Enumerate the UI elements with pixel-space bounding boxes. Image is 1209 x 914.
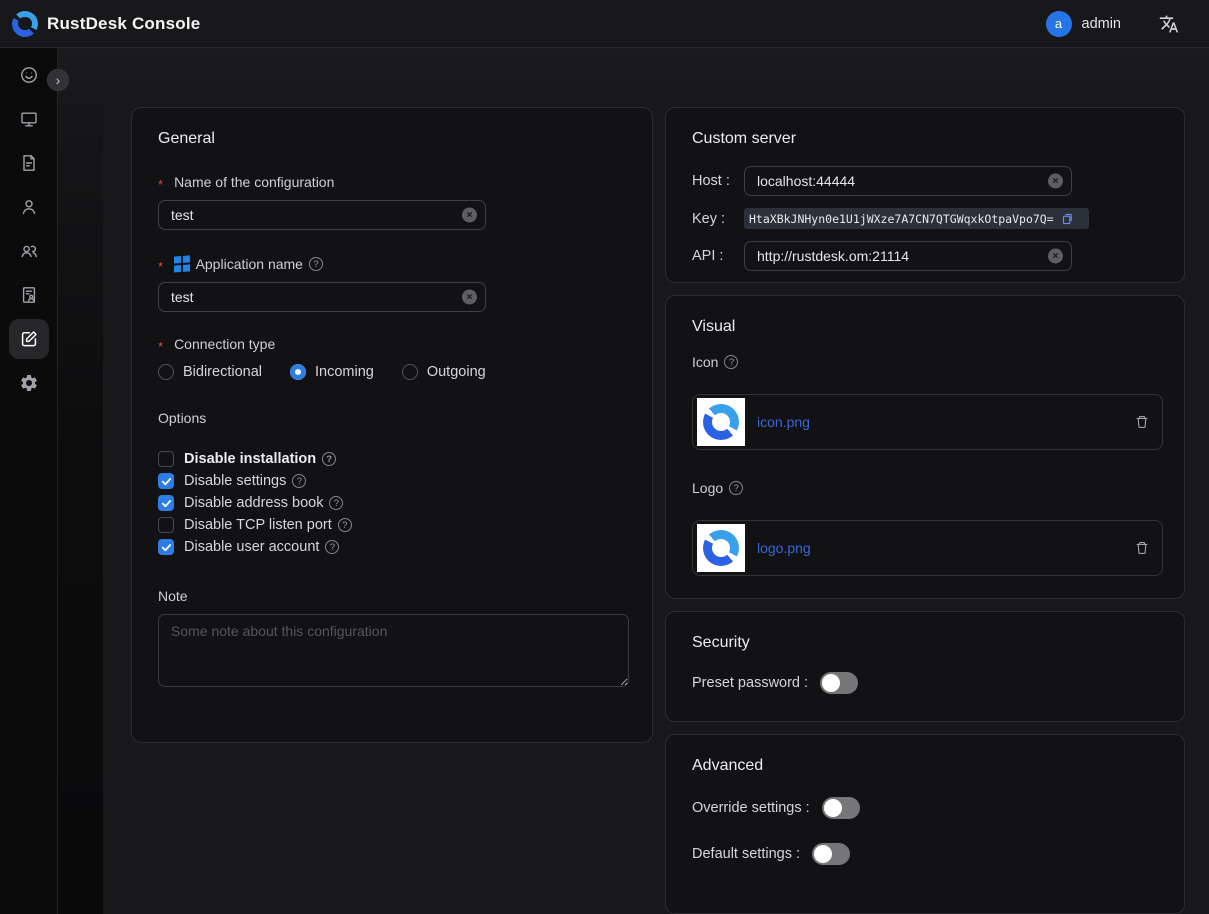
logo-file-link[interactable]: logo.png — [757, 540, 811, 556]
advanced-card: Advanced Override settings : Default set… — [665, 734, 1185, 914]
sidebar-item-users[interactable] — [9, 187, 49, 227]
security-title: Security — [692, 634, 1158, 652]
host-label: Host : — [692, 173, 744, 189]
help-icon[interactable] — [338, 518, 352, 532]
radio-outgoing[interactable]: Outgoing — [402, 364, 486, 380]
sidebar-item-documents[interactable] — [9, 143, 49, 183]
api-label: API : — [692, 248, 744, 264]
checkbox-checked-icon — [158, 495, 174, 511]
default-settings-toggle[interactable] — [812, 843, 850, 865]
document-user-icon — [19, 285, 39, 305]
visual-card: Visual Icon icon.png Logo — [665, 295, 1185, 599]
translate-icon[interactable] — [1159, 14, 1179, 34]
trash-icon[interactable] — [1134, 540, 1150, 556]
override-settings-toggle[interactable] — [822, 797, 860, 819]
help-icon[interactable] — [724, 355, 738, 369]
edit-square-icon — [19, 329, 39, 349]
radio-bidirectional[interactable]: Bidirectional — [158, 364, 262, 380]
app-header: RustDesk Console a admin — [0, 0, 1209, 48]
clear-icon[interactable] — [462, 290, 477, 305]
custom-server-card: Custom server Host : Key : HtaXBkJNHyn0e… — [665, 107, 1185, 283]
preset-password-label: Preset password : — [692, 675, 808, 691]
preset-password-toggle[interactable] — [820, 672, 858, 694]
app-name-label: Application name — [158, 256, 626, 272]
api-input[interactable] — [744, 241, 1072, 271]
checkbox-disable-tcp-listen-port[interactable]: Disable TCP listen port — [158, 514, 626, 536]
help-icon[interactable] — [292, 474, 306, 488]
app-title: RustDesk Console — [47, 14, 200, 34]
help-icon[interactable] — [729, 481, 743, 495]
trash-icon[interactable] — [1134, 414, 1150, 430]
main-content: General Name of the configuration Applic… — [103, 92, 1209, 914]
copy-icon[interactable] — [1060, 212, 1074, 226]
document-icon — [19, 153, 39, 173]
note-textarea[interactable] — [158, 614, 629, 687]
clear-icon[interactable] — [1048, 174, 1063, 189]
sidebar-item-groups[interactable] — [9, 231, 49, 271]
config-name-input[interactable] — [158, 200, 486, 230]
user-group-icon — [19, 241, 39, 261]
general-title: General — [158, 130, 626, 148]
checkbox-disable-address-book[interactable]: Disable address book — [158, 492, 626, 514]
user-icon — [19, 197, 39, 217]
clear-icon[interactable] — [1048, 249, 1063, 264]
sidebar-item-devices[interactable] — [9, 99, 49, 139]
rustdesk-logo-icon — [703, 404, 739, 440]
app-name-input[interactable] — [158, 282, 486, 312]
gear-icon — [19, 373, 39, 393]
general-card: General Name of the configuration Applic… — [131, 107, 653, 743]
clear-icon[interactable] — [462, 208, 477, 223]
host-input[interactable] — [744, 166, 1072, 196]
default-settings-label: Default settings : — [692, 846, 800, 862]
security-card: Security Preset password : — [665, 611, 1185, 722]
options-label: Options — [158, 410, 626, 426]
connection-type-radio-group: Bidirectional Incoming Outgoing — [158, 364, 626, 380]
logo-file-row: logo.png — [692, 520, 1163, 576]
key-value-box: HtaXBkJNHyn0e1U1jWXze7A7CN7QTGWqxkOtpaVp… — [744, 208, 1089, 229]
checkbox-checked-icon — [158, 473, 174, 489]
checkbox-disable-installation[interactable]: Disable installation — [158, 448, 626, 470]
sidebar-item-audit[interactable] — [9, 275, 49, 315]
icon-label: Icon — [692, 354, 1158, 370]
checkbox-checked-icon — [158, 539, 174, 555]
icon-file-link[interactable]: icon.png — [757, 414, 810, 430]
checkbox-icon — [158, 517, 174, 533]
key-value: HtaXBkJNHyn0e1U1jWXze7A7CN7QTGWqxkOtpaVp… — [749, 212, 1054, 226]
sidebar — [0, 48, 58, 914]
avatar[interactable]: a — [1046, 11, 1072, 37]
help-icon[interactable] — [329, 496, 343, 510]
logo-label: Logo — [692, 480, 1158, 496]
connection-type-label: Connection type — [158, 336, 626, 352]
sidebar-item-overview[interactable] — [9, 55, 49, 95]
icon-thumbnail — [697, 398, 745, 446]
radio-icon — [402, 364, 418, 380]
smiley-icon — [19, 65, 39, 85]
help-icon[interactable] — [322, 452, 336, 466]
radio-incoming[interactable]: Incoming — [290, 364, 374, 380]
config-name-label: Name of the configuration — [158, 174, 626, 190]
visual-title: Visual — [692, 318, 1158, 336]
user-name[interactable]: admin — [1082, 16, 1122, 32]
radio-selected-icon — [290, 364, 306, 380]
key-label: Key : — [692, 211, 744, 227]
windows-icon — [174, 256, 190, 273]
checkbox-disable-user-account[interactable]: Disable user account — [158, 536, 626, 558]
note-label: Note — [158, 588, 626, 604]
monitor-icon — [19, 109, 39, 129]
sidebar-item-settings[interactable] — [9, 363, 49, 403]
radio-icon — [158, 364, 174, 380]
sidebar-expand-button[interactable]: › — [47, 69, 69, 91]
sidebar-item-custom-clients[interactable] — [9, 319, 49, 359]
override-settings-label: Override settings : — [692, 800, 810, 816]
icon-file-row: icon.png — [692, 394, 1163, 450]
checkbox-disable-settings[interactable]: Disable settings — [158, 470, 626, 492]
rustdesk-logo-icon — [12, 11, 38, 37]
help-icon[interactable] — [309, 257, 323, 271]
custom-server-title: Custom server — [692, 130, 1158, 148]
help-icon[interactable] — [325, 540, 339, 554]
checkbox-icon — [158, 451, 174, 467]
logo-thumbnail — [697, 524, 745, 572]
rustdesk-logo-icon — [703, 530, 739, 566]
advanced-title: Advanced — [692, 757, 1158, 775]
